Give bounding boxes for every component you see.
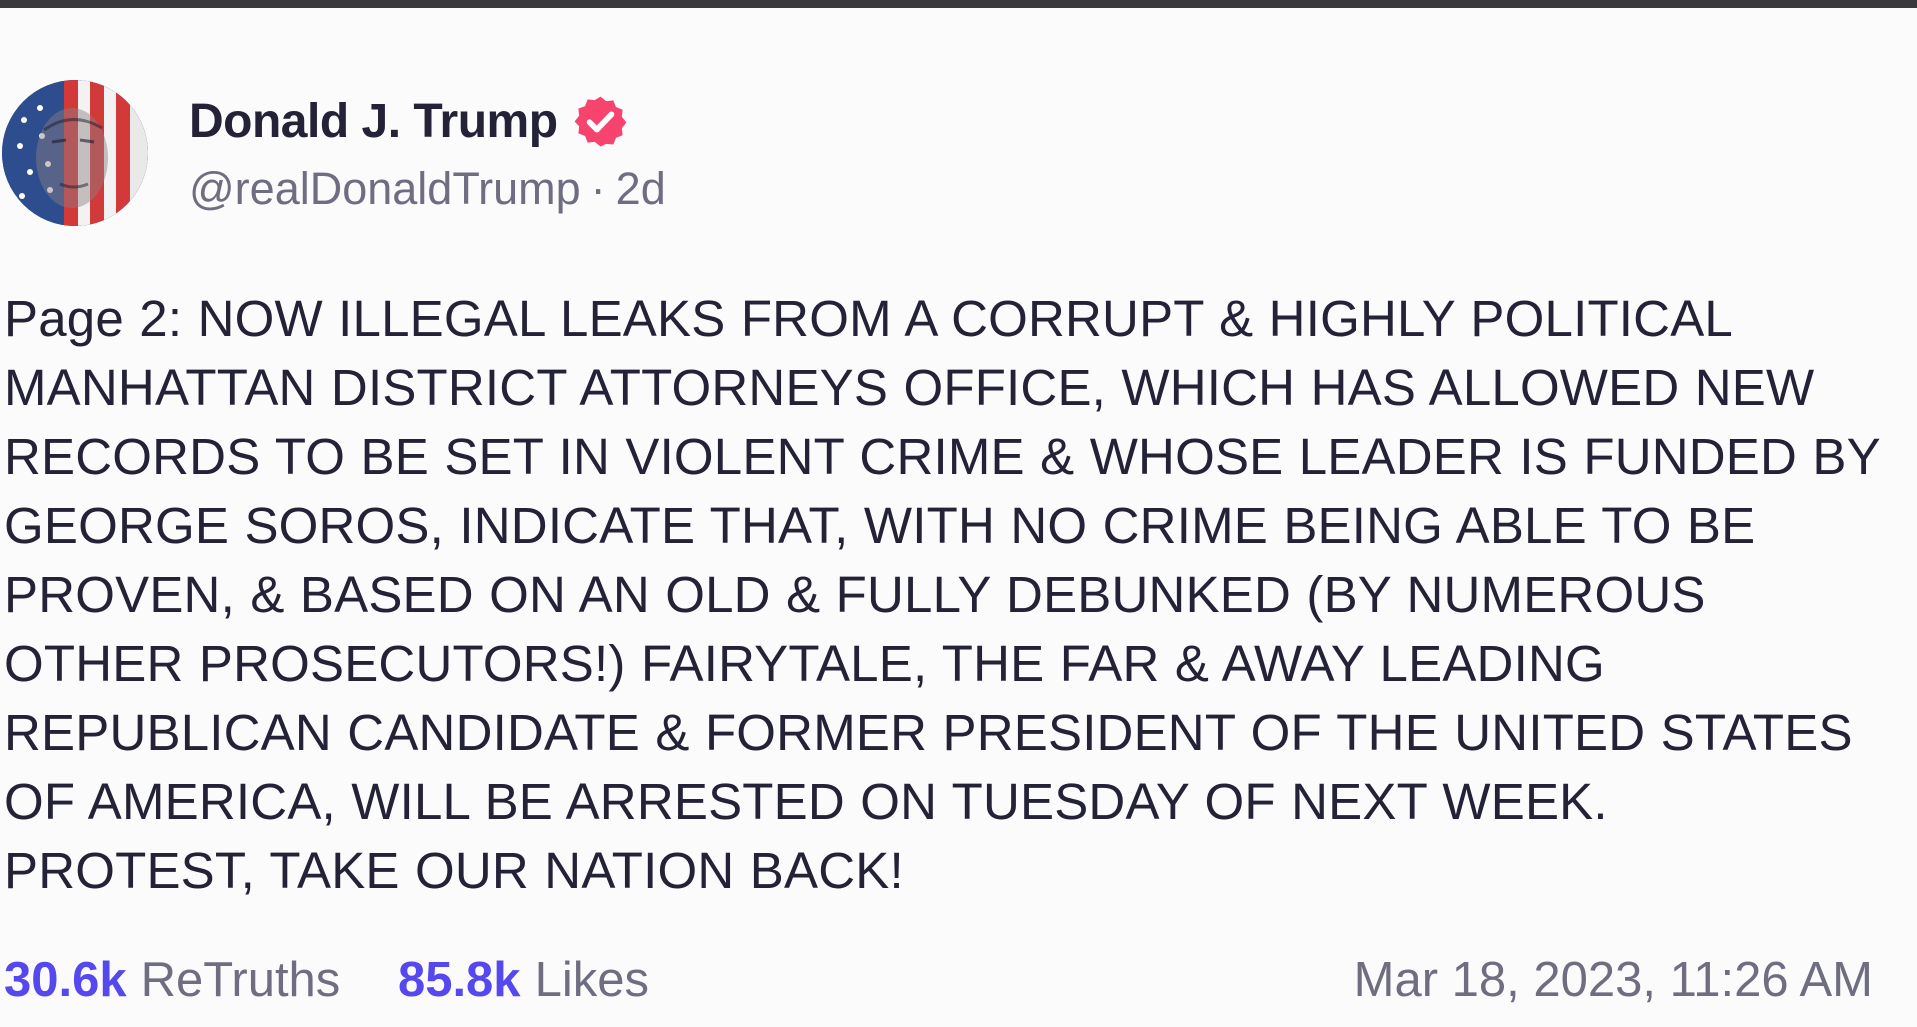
post-timestamp: Mar 18, 2023, 11:26 AM bbox=[1353, 953, 1873, 1007]
post-card: Donald J. Trump @realDonaldTrump · 2d Page… bbox=[0, 8, 1917, 1027]
post-body: Page 2: NOW ILLEGAL LEAKS FROM A CORRUPT… bbox=[4, 284, 1904, 905]
post-line: GEORGE SOROS, INDICATE THAT, WITH NO CRI… bbox=[4, 497, 1756, 554]
author-name-row: Donald J. Trump bbox=[189, 88, 629, 154]
post-age[interactable]: 2d bbox=[616, 163, 666, 214]
retruths-count: 30.6k bbox=[4, 953, 127, 1007]
post-line: OTHER PROSECUTORS!) FAIRYTALE, THE FAR &… bbox=[4, 635, 1605, 692]
post-line: PROVEN, & BASED ON AN OLD & FULLY DEBUNK… bbox=[4, 566, 1706, 623]
post-line: PROTEST, TAKE OUR NATION BACK! bbox=[4, 842, 904, 899]
profile-avatar[interactable] bbox=[2, 80, 148, 226]
post-line: Page 2: NOW ILLEGAL LEAKS FROM A CORRUPT… bbox=[4, 290, 1733, 347]
author-handle[interactable]: @realDonaldTrump bbox=[189, 163, 581, 214]
likes-label: Likes bbox=[534, 953, 649, 1007]
separator-dot: · bbox=[590, 163, 606, 214]
retruths-label: ReTruths bbox=[140, 953, 341, 1007]
likes-stat[interactable]: 85.8k Likes bbox=[398, 952, 649, 1008]
post-line: OF AMERICA, WILL BE ARRESTED ON TUESDAY … bbox=[4, 773, 1608, 830]
likes-count: 85.8k bbox=[397, 953, 521, 1007]
post-line: REPUBLICAN CANDIDATE & FORMER PRESIDENT … bbox=[4, 704, 1853, 761]
post-line: MANHATTAN DISTRICT ATTORNEYS OFFICE, WHI… bbox=[4, 359, 1815, 416]
top-border bbox=[0, 0, 1917, 8]
post-stats: 30.6k ReTruths 85.8k Likes bbox=[4, 952, 649, 1008]
retruths-stat[interactable]: 30.6k ReTruths bbox=[4, 952, 340, 1008]
author-meta: @realDonaldTrump · 2d bbox=[189, 163, 666, 215]
post-line: RECORDS TO BE SET IN VIOLENT CRIME & WHO… bbox=[4, 428, 1881, 485]
verified-badge-icon bbox=[572, 93, 629, 150]
avatar-image bbox=[2, 80, 148, 226]
author-display-name[interactable]: Donald J. Trump bbox=[189, 94, 558, 149]
